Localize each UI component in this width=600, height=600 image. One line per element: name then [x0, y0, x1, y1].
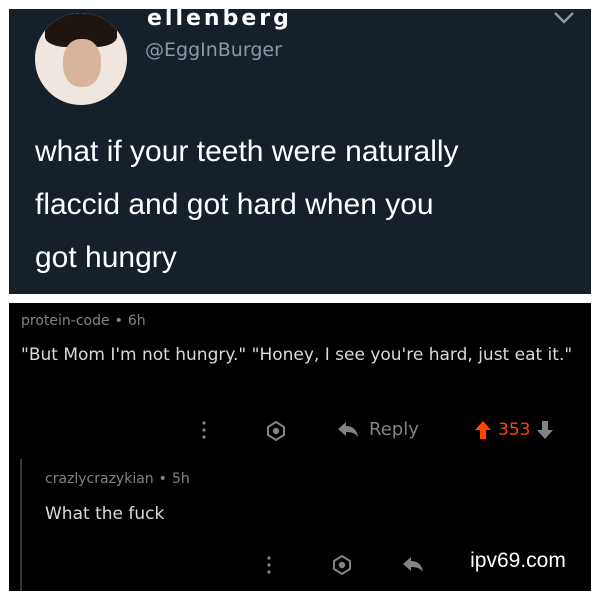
tweet-text-line: flaccid and got hard when you [35, 188, 434, 221]
reply-arrow-icon [403, 557, 423, 572]
thread-line[interactable] [20, 459, 22, 591]
chevron-down-icon[interactable] [553, 11, 575, 25]
more-vertical-icon [202, 421, 206, 439]
reply-meta: crazlycrazykian • 5h [45, 470, 190, 488]
vote-score: 353 [498, 420, 531, 440]
upvote-arrow-icon[interactable] [474, 420, 492, 440]
tweet-card: ellenberg @EggInBurger what if your teet… [9, 9, 591, 294]
reply-button[interactable] [402, 556, 424, 574]
reply-button[interactable]: Reply [337, 419, 419, 440]
tweet-text-line: got hungry [35, 241, 177, 274]
more-vertical-icon [267, 556, 271, 574]
award-icon [333, 555, 351, 575]
comment-age: 6h [127, 313, 146, 329]
reply-age: 5h [171, 471, 190, 487]
avatar[interactable] [35, 13, 127, 105]
watermark: ipv69.com [455, 541, 581, 581]
tweet-text-line: what if your teeth were naturally [35, 135, 459, 168]
reply-arrow-icon [338, 421, 358, 437]
reply-username[interactable]: crazlycrazykian [45, 471, 154, 487]
comment-username[interactable]: protein-code [21, 313, 110, 329]
reply-label: Reply [369, 419, 419, 440]
meta-separator: • [114, 313, 123, 329]
award-button[interactable] [266, 421, 286, 441]
more-options-button[interactable] [266, 556, 272, 574]
downvote-arrow-icon[interactable] [536, 420, 554, 440]
meta-separator: • [158, 471, 167, 487]
comment-meta: protein-code • 6h [21, 312, 146, 330]
reply-body: What the fuck [45, 504, 165, 524]
more-options-button[interactable] [201, 421, 207, 439]
tweet-text: what if your teeth were naturally flacci… [35, 125, 565, 284]
screenshot-frame: ellenberg @EggInBurger what if your teet… [0, 0, 600, 600]
vote-controls: 353 [474, 420, 554, 440]
comment-body: "But Mom I'm not hungry." "Honey, I see … [21, 345, 573, 365]
award-button[interactable] [332, 555, 352, 575]
display-name[interactable]: ellenberg [147, 9, 292, 31]
award-icon [267, 421, 285, 441]
user-handle[interactable]: @EggInBurger [145, 38, 282, 62]
